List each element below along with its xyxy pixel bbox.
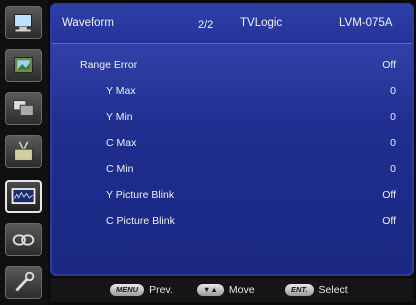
menu-row-label: Range Error — [80, 59, 138, 71]
menu-row-y-max[interactable]: Y Max 0 — [52, 82, 412, 102]
menu-row-value: 0 — [390, 137, 396, 149]
osd-menu: Waveform 2/2 TVLogic LVM-075A Range Erro… — [0, 0, 416, 305]
monitor-icon[interactable] — [5, 6, 42, 39]
move-label: Move — [228, 284, 255, 296]
menu-row-label: C Max — [106, 137, 137, 149]
menu-row-range-error[interactable]: Range Error Off — [52, 56, 412, 76]
loop-icon[interactable] — [5, 223, 42, 256]
menu-row-value: Off — [382, 215, 396, 227]
menu-row-label: C Min — [106, 163, 134, 175]
select-label: Select — [318, 284, 348, 296]
menu-row-value: Off — [382, 189, 396, 201]
menu-row-value: 0 — [390, 163, 396, 175]
menu-row-y-picture-blink[interactable]: Y Picture Blink Off — [52, 186, 412, 206]
menu-row-y-min[interactable]: Y Min 0 — [52, 108, 412, 128]
multi-window-icon[interactable] — [5, 92, 42, 125]
wrench-icon[interactable] — [5, 266, 42, 299]
model-name: LVM-075A — [339, 17, 393, 29]
menu-header: Waveform 2/2 TVLogic LVM-075A — [52, 5, 412, 44]
picture-icon[interactable] — [5, 49, 42, 82]
menu-row-label: Y Min — [106, 111, 133, 123]
up-down-key-icon: ▼▲ — [197, 284, 224, 296]
menu-category-sidebar — [0, 0, 48, 305]
menu-row-c-max[interactable]: C Max 0 — [52, 134, 412, 154]
move-hint: ▼▲ Move — [197, 282, 255, 298]
menu-row-value: Off — [382, 59, 396, 71]
brand-name: TVLogic — [240, 17, 283, 29]
menu-row-label: C Picture Blink — [106, 215, 175, 227]
menu-row-c-picture-blink[interactable]: C Picture Blink Off — [52, 212, 412, 232]
menu-key-icon: MENU — [110, 284, 145, 296]
menu-row-label: Y Max — [106, 85, 136, 97]
select-hint: ENT. Select — [285, 282, 348, 298]
prev-hint: MENU Prev. — [110, 282, 173, 298]
key-help-bar: MENU Prev. ▼▲ Move ENT. Select — [50, 278, 414, 302]
antenna-tv-icon[interactable] — [5, 135, 42, 168]
menu-row-value: 0 — [390, 111, 396, 123]
page-indicator: 2/2 — [198, 19, 214, 31]
menu-row-c-min[interactable]: C Min 0 — [52, 160, 412, 180]
enter-key-icon: ENT. — [285, 284, 314, 296]
waveform-scope-icon[interactable] — [5, 180, 42, 213]
menu-row-value: 0 — [390, 85, 396, 97]
prev-label: Prev. — [149, 284, 173, 296]
menu-row-label: Y Picture Blink — [106, 189, 175, 201]
menu-title: Waveform — [62, 17, 114, 29]
